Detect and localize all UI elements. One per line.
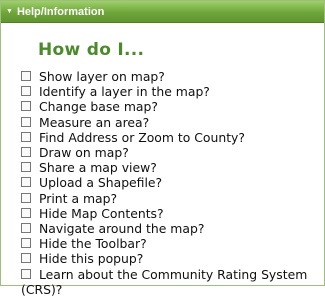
help-information-panel: ▼ Help/Information How do I... Show laye…: [0, 0, 325, 297]
help-topic-list: Show layer on map? Identify a layer in t…: [21, 69, 324, 282]
topic-checkbox[interactable]: [21, 147, 31, 158]
help-topic-item[interactable]: Change base map?: [21, 99, 324, 114]
topic-checkbox[interactable]: [21, 71, 31, 81]
panel-titlebar[interactable]: ▼ Help/Information: [1, 1, 324, 23]
topic-checkbox[interactable]: [21, 238, 31, 249]
topic-label: Change base map?: [39, 99, 158, 115]
topic-checkbox[interactable]: [21, 86, 31, 97]
topic-label: Navigate around the map?: [39, 221, 205, 237]
topic-label-continued: (CRS)?: [21, 281, 63, 297]
topic-label: Find Address or Zoom to County?: [39, 129, 245, 145]
topic-label: Hide this popup?: [39, 251, 144, 267]
help-topic-item[interactable]: Share a map view?: [21, 160, 324, 175]
topic-checkbox[interactable]: [21, 162, 31, 173]
topic-label: Draw on map?: [39, 145, 129, 161]
topic-checkbox[interactable]: [21, 116, 31, 127]
help-topic-item[interactable]: Find Address or Zoom to County?: [21, 130, 324, 145]
help-topic-item[interactable]: Learn about the Community Rating System: [21, 267, 324, 282]
help-topic-item[interactable]: Upload a Shapefile?: [21, 175, 324, 190]
topic-checkbox[interactable]: [21, 223, 31, 234]
topic-label: Print a map?: [39, 190, 118, 206]
help-topic-item[interactable]: Hide Map Contents?: [21, 206, 324, 221]
topic-checkbox[interactable]: [21, 177, 31, 188]
topic-checkbox[interactable]: [21, 101, 31, 112]
topic-label: Identify a layer in the map?: [39, 84, 210, 100]
panel-title: Help/Information: [16, 5, 105, 18]
topic-label: Hide Map Contents?: [39, 205, 164, 221]
topic-checkbox[interactable]: [21, 253, 31, 264]
topic-checkbox[interactable]: [21, 207, 31, 218]
help-topic-item[interactable]: Navigate around the map?: [21, 221, 324, 236]
help-topic-item[interactable]: Draw on map?: [21, 145, 324, 160]
help-topic-item[interactable]: Print a map?: [21, 191, 324, 206]
help-topic-item[interactable]: Measure an area?: [21, 115, 324, 130]
help-topic-item[interactable]: Hide this popup?: [21, 251, 324, 266]
topic-label: Share a map view?: [39, 160, 157, 176]
collapse-arrow-icon[interactable]: ▼: [6, 8, 13, 15]
topic-label: Upload a Shapefile?: [39, 175, 163, 191]
how-do-i-heading: How do I...: [38, 40, 145, 60]
topic-checkbox[interactable]: [21, 192, 31, 203]
help-topic-item[interactable]: Identify a layer in the map?: [21, 84, 324, 99]
topic-label: Measure an area?: [39, 114, 150, 130]
topic-label: Hide the Toolbar?: [39, 236, 147, 252]
topic-checkbox[interactable]: [21, 131, 31, 142]
topic-label: Show layer on map?: [39, 69, 165, 84]
topic-checkbox[interactable]: [21, 268, 31, 279]
help-topic-item[interactable]: Show layer on map?: [21, 69, 324, 84]
topic-label: Learn about the Community Rating System: [39, 266, 308, 282]
help-topic-item[interactable]: Hide the Toolbar?: [21, 236, 324, 251]
